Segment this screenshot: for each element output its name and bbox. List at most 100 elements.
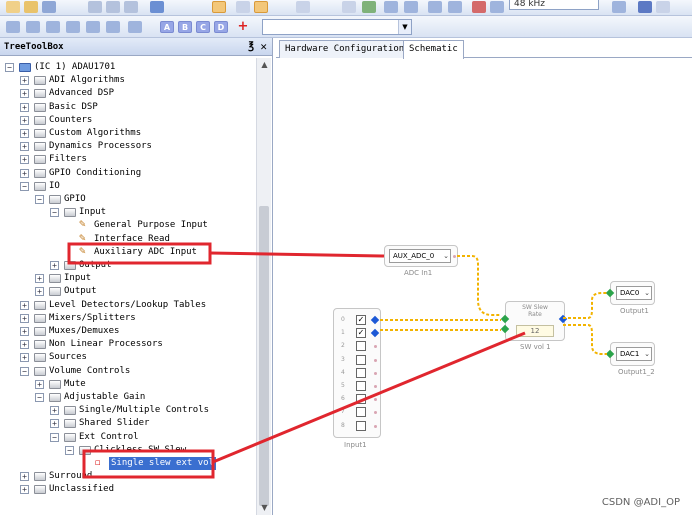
link-mode-icon[interactable] <box>212 1 226 13</box>
expand-icon[interactable]: + <box>35 379 44 389</box>
expand-icon[interactable]: + <box>20 313 29 323</box>
window-icon[interactable] <box>296 1 310 13</box>
expand-icon[interactable]: + <box>20 472 29 482</box>
expand-icon[interactable]: + <box>20 353 29 363</box>
scroll-down-icon[interactable]: ▼ <box>257 501 272 515</box>
scrollbar-thumb[interactable] <box>259 206 269 506</box>
align-icon[interactable] <box>384 1 398 13</box>
collapse-icon[interactable]: − <box>50 432 59 442</box>
input-checkbox[interactable]: ✓ <box>356 328 366 339</box>
block-d-button[interactable]: D <box>214 21 228 33</box>
tab-hardware-configuration[interactable]: Hardware Configuration <box>279 40 411 58</box>
expand-icon[interactable]: + <box>20 327 29 336</box>
input-checkbox[interactable] <box>356 394 366 405</box>
input-checkbox[interactable] <box>356 367 366 378</box>
pin-icon[interactable]: ℥ <box>248 38 254 56</box>
view-icon[interactable] <box>342 1 356 13</box>
align-middle-icon[interactable] <box>86 21 100 33</box>
collapse-icon[interactable]: − <box>35 195 44 204</box>
input-checkbox[interactable] <box>356 341 366 352</box>
input-output-pin[interactable] <box>374 424 377 428</box>
compile-icon[interactable] <box>236 1 250 13</box>
expand-icon[interactable]: + <box>50 406 59 416</box>
stop-icon[interactable] <box>472 1 486 13</box>
expand-icon[interactable]: + <box>20 115 29 125</box>
cut-icon[interactable] <box>88 1 102 13</box>
expand-icon[interactable]: + <box>20 76 29 86</box>
align-top-icon[interactable] <box>66 21 80 33</box>
chevron-down-icon[interactable]: ▼ <box>398 20 411 34</box>
input-output-pin[interactable] <box>370 315 380 325</box>
input-checkbox[interactable] <box>356 381 366 391</box>
align-bottom-icon[interactable] <box>106 21 120 33</box>
block-c-button[interactable]: C <box>196 21 210 33</box>
align-right-icon[interactable] <box>46 21 60 33</box>
expand-icon[interactable]: + <box>35 274 44 284</box>
expand-icon[interactable]: + <box>20 102 29 112</box>
close-icon[interactable]: ✕ <box>260 38 267 56</box>
collapse-icon[interactable]: − <box>35 393 44 402</box>
add-icon[interactable]: + <box>236 20 250 33</box>
expand-icon[interactable]: + <box>20 129 29 138</box>
group-icon[interactable] <box>428 1 442 13</box>
collapse-icon[interactable]: − <box>50 208 59 218</box>
undo-icon[interactable] <box>150 1 164 13</box>
tab-schematic[interactable]: Schematic <box>403 40 464 59</box>
expand-icon[interactable]: + <box>20 485 29 495</box>
tree-scrollbar[interactable]: ▲ ▼ <box>256 58 271 515</box>
save-icon[interactable] <box>42 1 56 13</box>
cursor-icon[interactable] <box>638 1 652 13</box>
input-output-pin[interactable] <box>374 371 377 375</box>
input-output-pin[interactable] <box>374 411 377 415</box>
check-icon[interactable] <box>362 1 376 13</box>
collapse-icon[interactable]: − <box>65 445 74 455</box>
tree-view[interactable]: − (IC 1) ADAU1701 + ADI Algorithms + Advanced… <box>0 58 256 515</box>
toolbar-combo[interactable]: ▼ <box>262 19 412 35</box>
scroll-up-icon[interactable]: ▲ <box>257 58 272 72</box>
align-left-icon[interactable] <box>6 21 20 33</box>
input-output-pin[interactable] <box>374 385 377 388</box>
input-checkbox[interactable]: ✓ <box>356 315 366 325</box>
distribute-icon[interactable] <box>128 21 142 33</box>
expand-icon[interactable]: + <box>50 419 59 429</box>
expand-icon[interactable]: + <box>20 142 29 152</box>
new-file-icon[interactable] <box>6 1 20 13</box>
input-output-pin[interactable] <box>370 328 380 338</box>
expand-icon[interactable]: + <box>35 287 44 297</box>
sw-slew-block[interactable]: SW Slew Rate 12 <box>500 301 568 341</box>
block-b-button[interactable]: B <box>178 21 192 33</box>
input-checkbox[interactable] <box>356 407 366 418</box>
copy-icon[interactable] <box>106 1 120 13</box>
download-icon[interactable] <box>254 1 268 13</box>
expand-icon[interactable]: + <box>20 168 29 178</box>
collapse-icon[interactable]: − <box>5 63 14 72</box>
expand-icon[interactable]: + <box>20 155 29 165</box>
input-block[interactable]: 0 ✓ 1 ✓ 2 3 4 5 6 7 8 <box>333 308 381 438</box>
input-output-pin[interactable] <box>374 398 377 402</box>
collapse-icon[interactable]: − <box>20 366 29 376</box>
sample-rate-select[interactable]: 48 kHz <box>509 0 599 10</box>
aux-adc-dropdown[interactable]: AUX_ADC_0 ⌄ <box>389 249 451 263</box>
slew-rate-value[interactable]: 12 <box>516 325 554 337</box>
dac1-dropdown[interactable]: DAC1 ⌄ <box>616 347 652 361</box>
output-pin[interactable] <box>453 255 456 258</box>
expand-icon[interactable]: + <box>20 300 29 310</box>
dac0-dropdown[interactable]: DAC0 ⌄ <box>616 286 652 300</box>
input-checkbox[interactable] <box>356 354 366 365</box>
aux-adc-block[interactable]: AUX_ADC_0 ⌄ <box>384 245 458 267</box>
input-output-pin[interactable] <box>374 345 377 349</box>
input-output-pin[interactable] <box>374 358 377 362</box>
ungroup-icon[interactable] <box>448 1 462 13</box>
paste-icon[interactable] <box>124 1 138 13</box>
block-a-button[interactable]: A <box>160 21 174 33</box>
dac1-block[interactable]: DAC1 ⌄ <box>605 342 655 366</box>
route-icon[interactable] <box>404 1 418 13</box>
toolbar-overflow-icon[interactable] <box>656 1 670 13</box>
input-checkbox[interactable] <box>356 420 366 431</box>
rate-icon[interactable] <box>490 1 504 13</box>
collapse-icon[interactable]: − <box>20 181 29 191</box>
expand-icon[interactable]: + <box>20 340 29 350</box>
open-folder-icon[interactable] <box>24 1 38 13</box>
dac0-block[interactable]: DAC0 ⌄ <box>605 281 655 305</box>
expand-icon[interactable]: + <box>50 261 59 270</box>
